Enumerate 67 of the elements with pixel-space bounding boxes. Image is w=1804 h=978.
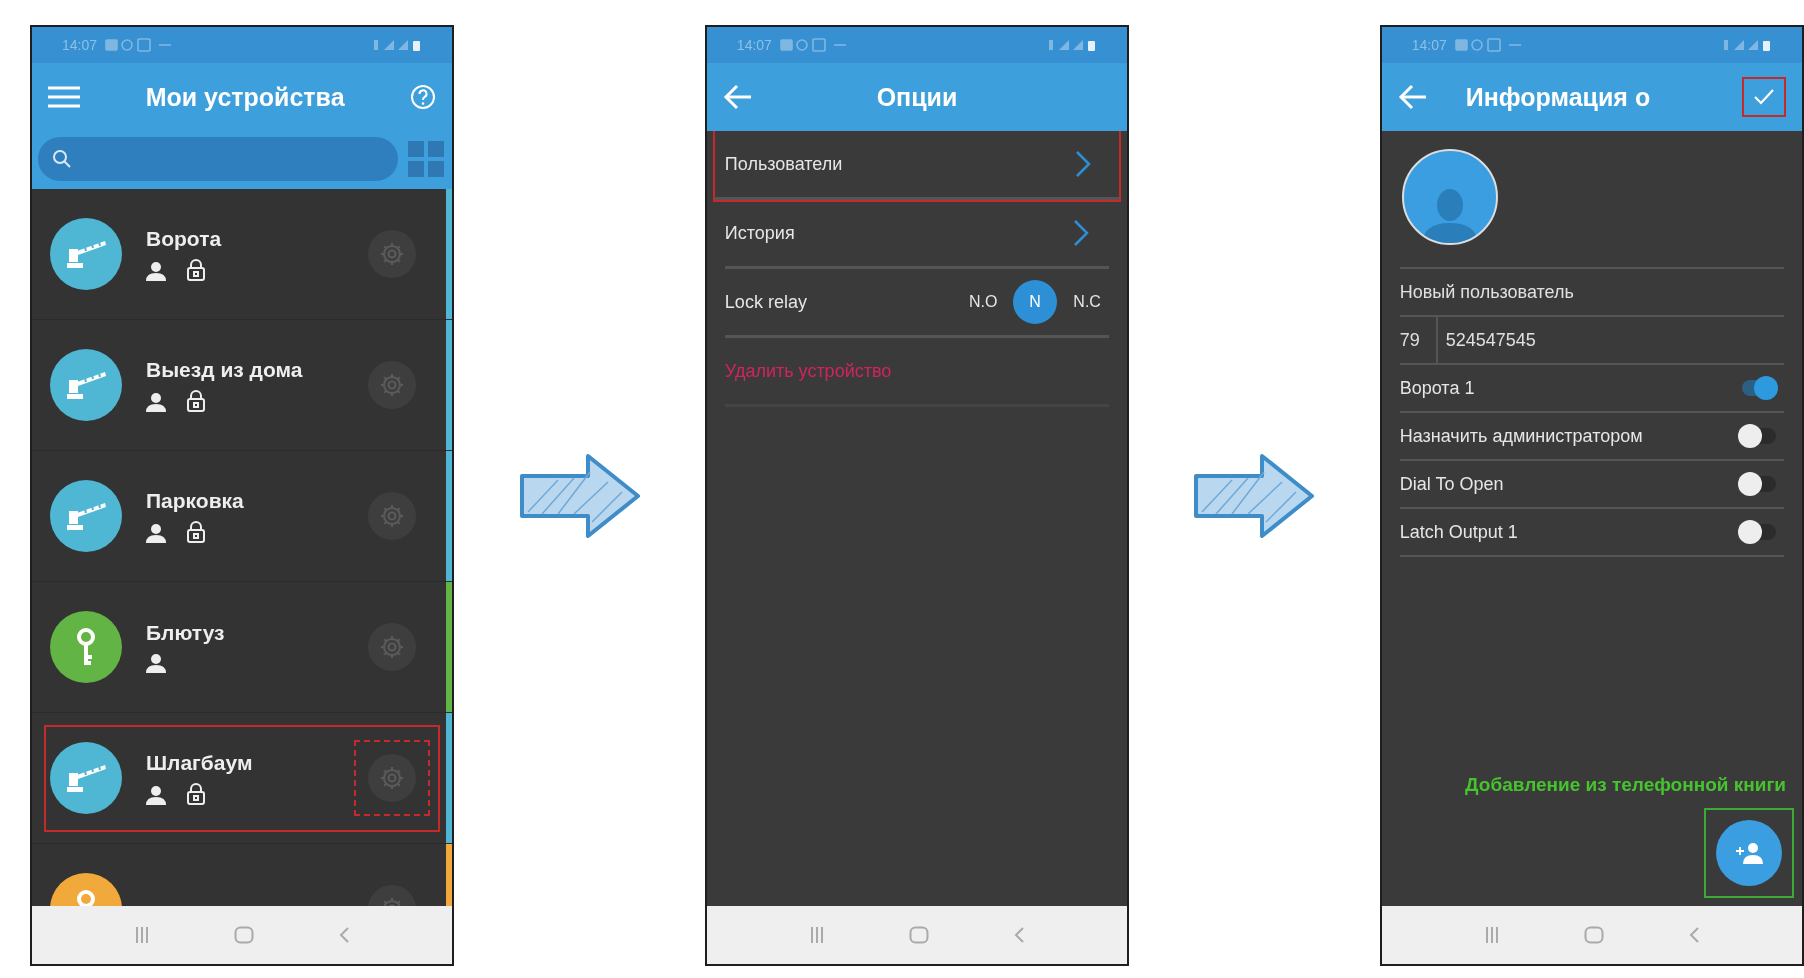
grid-view-icon[interactable] xyxy=(408,141,445,177)
signal-battery-drawing xyxy=(1722,38,1772,52)
screen-title: Информация о xyxy=(1464,82,1652,112)
settings-button[interactable] xyxy=(368,230,417,278)
device-item[interactable]: Шлагбаум xyxy=(32,713,453,844)
hint-text: Добавление из телефонной книги xyxy=(1464,774,1787,797)
relay-option[interactable]: N.O xyxy=(961,280,1006,324)
recent-apps-icon[interactable] xyxy=(808,926,825,944)
search-icon xyxy=(52,149,72,169)
home-icon[interactable] xyxy=(1583,926,1604,944)
add-person-icon xyxy=(1734,842,1764,864)
screen-title: Опции xyxy=(875,82,959,112)
toggle-label: Dial To Open xyxy=(1399,473,1504,495)
device-name: Ворота xyxy=(146,227,223,251)
toggle-switch[interactable] xyxy=(1738,424,1778,448)
menu-icon[interactable] xyxy=(48,85,80,109)
help-icon[interactable] xyxy=(410,84,437,110)
settings-button[interactable] xyxy=(368,623,417,671)
search-field[interactable] xyxy=(38,137,399,181)
device-name: Парковка xyxy=(146,489,245,513)
relay-option[interactable]: N xyxy=(1013,280,1058,324)
device-name: Выезд из дома xyxy=(146,358,304,382)
country-code-input[interactable]: 79 xyxy=(1399,317,1438,363)
toggle-label: Ворота 1 xyxy=(1399,377,1475,399)
back-icon[interactable] xyxy=(1687,926,1700,944)
name-input[interactable]: Новый пользователь xyxy=(1399,281,1784,303)
toggle-label: Latch Output 1 xyxy=(1399,521,1518,543)
settings-button[interactable] xyxy=(368,754,417,802)
settings-icon xyxy=(379,503,406,529)
device-item[interactable]: Парковка xyxy=(32,451,453,582)
options-item[interactable]: Пользователи xyxy=(714,131,1120,200)
option-label: Lock relay xyxy=(724,291,808,313)
signal-battery-drawing xyxy=(372,38,423,52)
toggle-switch[interactable] xyxy=(1738,520,1778,544)
settings-button[interactable] xyxy=(368,361,417,409)
relay-option[interactable]: N.C xyxy=(1065,280,1110,324)
back-icon[interactable] xyxy=(338,926,351,944)
toggle-label: Назначить администратором xyxy=(1399,425,1643,447)
recent-apps-icon[interactable] xyxy=(134,926,151,944)
options-item[interactable]: История xyxy=(724,200,1110,269)
device-item[interactable]: Ворота xyxy=(32,189,453,320)
settings-icon xyxy=(379,372,406,398)
chevron-right-icon xyxy=(1073,219,1090,247)
chevron-right-icon xyxy=(1075,150,1092,178)
back-arrow-icon[interactable] xyxy=(722,84,753,110)
device-item[interactable]: Выезд из дома xyxy=(32,320,453,451)
status-time: 14:07 xyxy=(62,37,98,53)
device-item[interactable]: Блютуз xyxy=(32,582,453,713)
status-time: 14:07 xyxy=(736,37,772,53)
home-icon[interactable] xyxy=(908,926,929,944)
screen-title: Мои устройства xyxy=(144,82,346,112)
check-icon xyxy=(1753,88,1775,106)
device-name: Шлагбаум xyxy=(146,751,254,775)
home-icon[interactable] xyxy=(234,926,255,944)
signal-battery-drawing xyxy=(1047,38,1098,52)
recent-apps-icon[interactable] xyxy=(1483,926,1500,944)
confirm-button[interactable] xyxy=(1742,77,1786,117)
toggle-switch[interactable] xyxy=(1738,472,1778,496)
settings-icon xyxy=(379,765,406,791)
settings-icon xyxy=(379,241,406,267)
phone-input[interactable]: 524547545 xyxy=(1445,329,1784,351)
status-time: 14:07 xyxy=(1411,37,1447,53)
device-name: Блютуз xyxy=(146,621,226,645)
back-arrow-icon[interactable] xyxy=(1397,84,1428,110)
back-icon[interactable] xyxy=(1013,926,1026,944)
settings-icon xyxy=(379,634,406,660)
settings-button[interactable] xyxy=(368,492,417,540)
